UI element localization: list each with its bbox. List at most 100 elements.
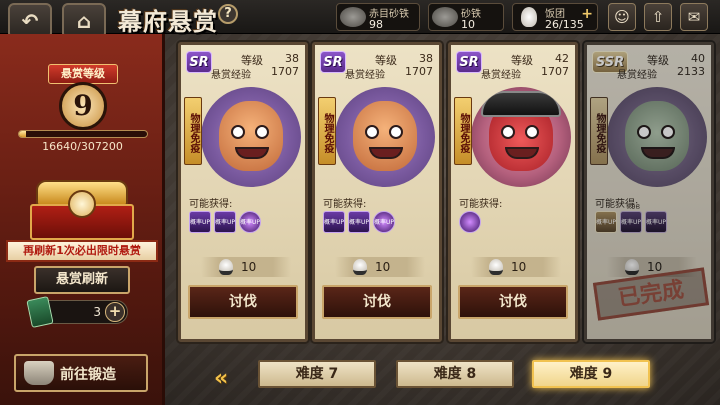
bounty-exp-value: 2133 [677,65,705,78]
bounty-exp-label: 悬赏经验 [617,70,657,81]
immunity-tag: 物理免疫 [318,97,336,165]
rank-level: 9 [59,82,107,130]
attack-button[interactable]: 讨伐 [188,285,298,319]
resource-value: 98 [369,18,383,31]
drops-list: 概率UP! 概率UP! 概率UP! [323,211,395,235]
difficulty-tab-9-selected[interactable]: 难度 9 [532,360,650,388]
rice-cost: 10 [335,257,425,277]
drop-item[interactable]: 概率UP! [595,211,617,233]
refresh-bounty-button[interactable]: 悬赏刷新 [34,266,130,294]
resource-value: 10 [461,18,475,31]
eye [661,125,675,139]
rarity-badge: SR [456,51,482,73]
difficulty-tab-7[interactable]: 难度 7 [258,360,376,388]
drop-item[interactable]: 概率UP! [189,211,211,233]
rice-cost-value: 10 [647,260,663,274]
iron-sand-icon [432,7,458,27]
upgrade-arrow-icon: ⇧ [651,8,665,26]
bounty-exp-value: 1707 [541,65,569,78]
forge-label: 前往锻造 [60,367,116,383]
rank-xp-text: 16640/307200 [42,140,123,153]
previous-difficulty-arrow-icon[interactable]: « [214,366,228,391]
resource-value: 26/135 [545,18,584,31]
attack-button[interactable]: 讨伐 [458,285,568,319]
monster-portrait [335,87,435,187]
character-icon: ☺ [614,8,630,26]
drop-item[interactable]: 概率UP! [323,211,345,233]
rice-cost-value: 10 [511,260,527,274]
treasure-chest-icon[interactable] [30,180,134,242]
bounty-exp-label: 悬赏经验 [345,70,385,81]
drops-list: 概率UP! 概率UP! 概率UP! [189,211,261,235]
refresh-ticket-counter: 3 + [26,296,128,328]
rice-ball-icon [625,259,639,275]
level-value: 40 [691,52,705,65]
monster-face [353,101,417,171]
mail-button[interactable]: ✉ [680,3,708,31]
go-forge-button[interactable]: 前往锻造 [14,354,148,392]
bounty-card: SR 等级 42 悬赏经验 1707 物理免疫 可能获得: 10 讨伐 [448,42,578,342]
rice-cost: 10 [471,257,561,277]
add-ticket-button[interactable]: + [105,302,125,322]
resource-rice-ball: 饭团 26/135 + [512,3,598,31]
drop-item[interactable]: 概率UP! [645,211,667,233]
drop-item[interactable]: 概率UP! [373,211,395,233]
iron-sand-icon [340,7,366,27]
immunity-tag: 物理免疫 [454,97,472,165]
rice-cost-value: 10 [241,260,257,274]
drop-item[interactable]: 概率UP! [239,211,261,233]
house-icon: ⌂ [76,9,92,33]
monster-portrait [471,87,571,187]
rice-cost: 10 [201,257,291,277]
rice-ball-icon [219,259,233,275]
upgrade-button[interactable]: ⇧ [644,3,672,31]
bounty-exp-value: 1707 [271,65,299,78]
immunity-tag: 物理免疫 [184,97,202,165]
rice-cost-value: 10 [375,260,391,274]
anvil-icon [24,361,54,385]
level-value: 38 [285,52,299,65]
drops-label: 可能获得: [189,199,233,210]
level-value: 42 [555,52,569,65]
monster-portrait [201,87,301,187]
drop-item[interactable]: 概率UP! [620,211,642,233]
eye [389,125,403,139]
eye [501,125,515,139]
mouth [641,147,675,159]
page-title: 幕府悬赏 [118,7,218,36]
help-button[interactable]: ? [218,4,238,24]
bounty-card: SR 等级 38 悬赏经验 1707 物理免疫 可能获得: 概率UP! 概率UP… [312,42,442,342]
monster-portrait [607,87,707,187]
drops-list: 概率UP! 概率UP! 概率UP! [595,211,667,235]
ticket-icon [26,296,54,328]
rank-xp-bar [18,130,148,138]
rank-ribbon: 悬赏等级 [48,64,118,84]
attack-button[interactable]: 讨伐 [322,285,432,319]
chest-lock [68,190,96,218]
drops-label: 可能获得: [323,199,367,210]
resource-red-iron-sand: 赤目砂铁 98 [336,3,420,31]
difficulty-tab-8[interactable]: 难度 8 [396,360,514,388]
monster-face [219,101,283,171]
drop-item[interactable]: 概率UP! [214,211,236,233]
refresh-hint-banner: 再刷新1次必出限时悬赏 [6,240,158,262]
drops-label: 可能获得: [459,199,503,210]
rarity-badge: SR [186,51,212,73]
resource-iron-sand: 砂铁 10 [428,3,504,31]
helmet [481,91,561,117]
bounty-exp-value: 1707 [405,65,433,78]
ticket-count: 3 [93,305,101,319]
drop-item[interactable]: 概率UP! [348,211,370,233]
bounty-card: SR 等级 38 悬赏经验 1707 物理免疫 可能获得: 概率UP! 概率UP… [178,42,308,342]
character-button[interactable]: ☺ [608,3,636,31]
mouth [235,147,269,159]
mouth [505,147,539,159]
mouth [369,147,403,159]
bounty-card-completed: SSR 等级 40 悬赏经验 2133 物理免疫 可能获得: x98 概率UP!… [584,42,714,342]
rank-xp-fill [19,131,26,137]
left-panel: 悬赏等级 9 16640/307200 再刷新1次必出限时悬赏 悬赏刷新 3 +… [0,34,165,405]
add-rice-button[interactable]: + [581,6,593,22]
drop-item[interactable] [459,211,481,233]
drops-list [459,211,481,235]
bounty-exp-label: 悬赏经验 [481,70,521,81]
